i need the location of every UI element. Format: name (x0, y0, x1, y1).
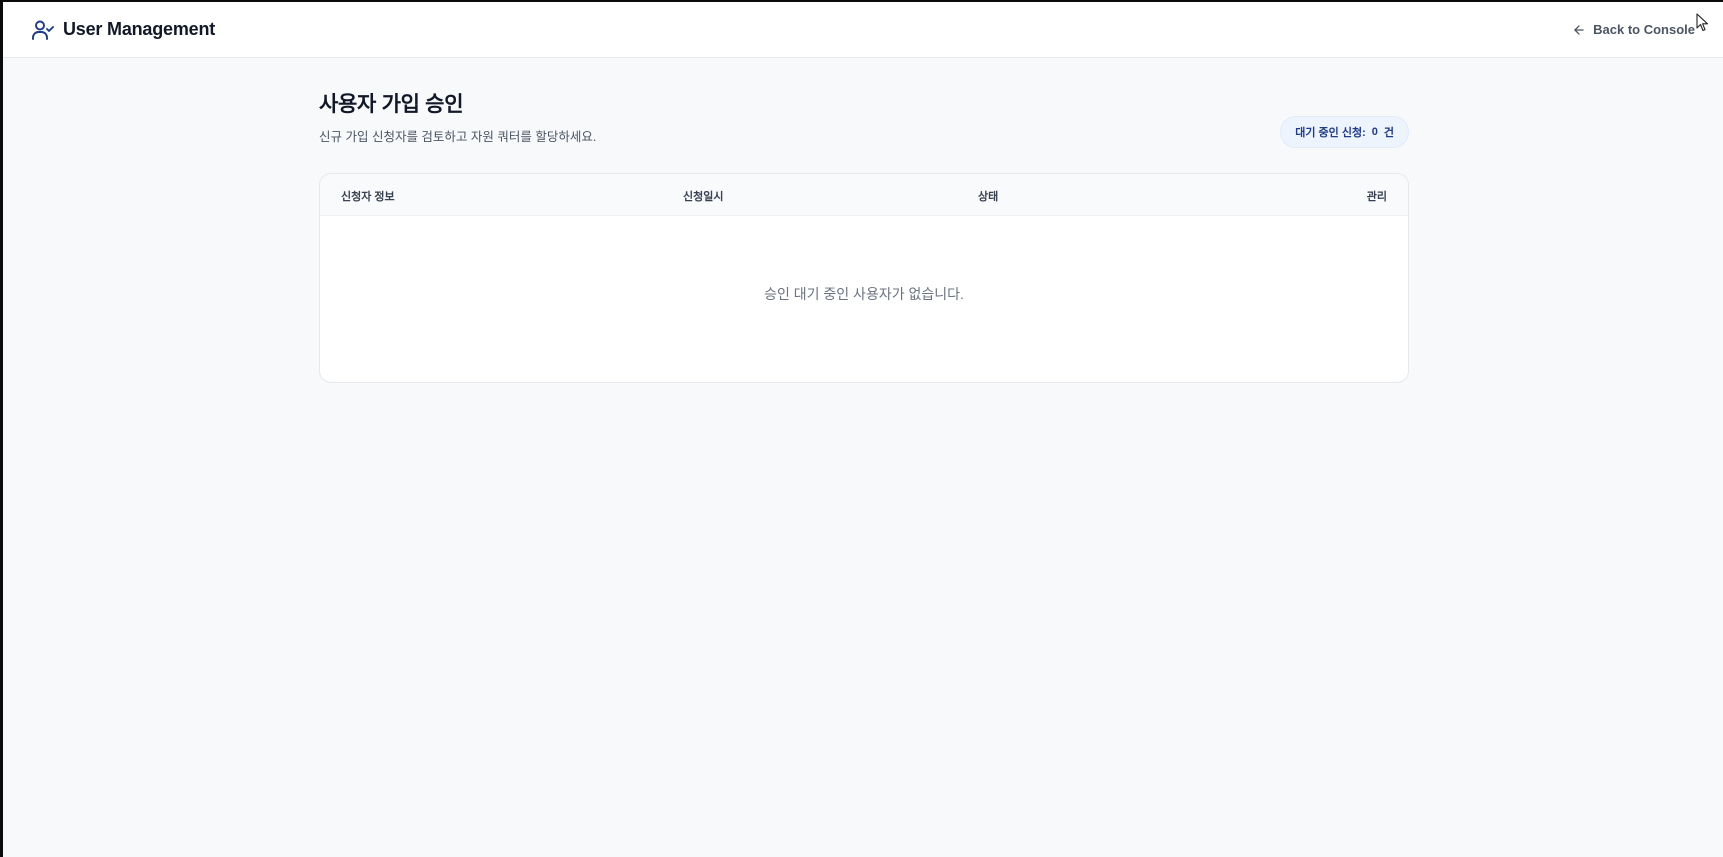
app-window: User Management Back to Console 사용자 가입 승… (3, 2, 1723, 857)
mouse-cursor-icon (1696, 13, 1710, 33)
back-to-console-link[interactable]: Back to Console (1572, 22, 1695, 37)
empty-state-message: 승인 대기 중인 사용자가 없습니다. (764, 286, 964, 302)
column-header-manage: 관리 (1366, 191, 1387, 203)
column-header-status: 상태 (978, 191, 999, 203)
pending-count: 0 (1371, 126, 1378, 138)
top-bar: User Management Back to Console (3, 2, 1723, 58)
page-title: 사용자 가입 승인 (319, 93, 464, 116)
main-content: 사용자 가입 승인 신규 가입 신청자를 검토하고 자원 쿼터를 할당하세요. … (319, 88, 1409, 383)
page-heading-group: 사용자 가입 승인 신규 가입 신청자를 검토하고 자원 쿼터를 할당하세요. (319, 88, 596, 145)
arrow-left-icon (1572, 23, 1586, 37)
column-header-applicant: 신청자 정보 (341, 191, 395, 203)
table-header: 신청자 정보 신청일시 상태 관리 (320, 174, 1408, 216)
app-title: User Management (63, 19, 216, 39)
table-body: 승인 대기 중인 사용자가 없습니다. (320, 216, 1408, 382)
pending-unit: 건 (1383, 127, 1394, 139)
approval-table: 신청자 정보 신청일시 상태 관리 승인 대기 중인 사용자가 없습니다. (319, 173, 1409, 383)
user-check-icon (31, 18, 55, 42)
column-header-applied-at: 신청일시 (683, 191, 724, 203)
brand: User Management (31, 18, 215, 42)
pending-label: 대기 중인 신청: (1295, 127, 1366, 139)
pending-count-badge: 대기 중인 신청: 0 건 (1280, 116, 1409, 148)
back-to-console-label: Back to Console (1593, 22, 1695, 37)
page-header: 사용자 가입 승인 신규 가입 신청자를 검토하고 자원 쿼터를 할당하세요. … (319, 88, 1409, 148)
page-subtitle: 신규 가입 신청자를 검토하고 자원 쿼터를 할당하세요. (319, 130, 597, 144)
